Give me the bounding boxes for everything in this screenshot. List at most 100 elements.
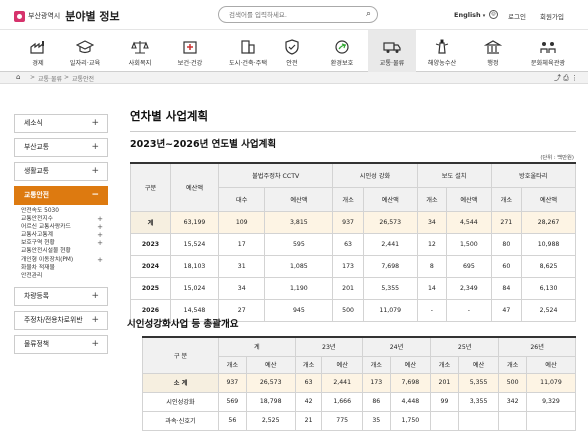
column-group-header: 24년 bbox=[361, 336, 432, 357]
column-header: 구 분 bbox=[142, 336, 219, 374]
submenu-item[interactable]: 안전속도 5030 bbox=[14, 207, 108, 215]
table-cell: 80 bbox=[490, 232, 523, 256]
search-icon[interactable]: ⌕ bbox=[366, 9, 371, 19]
table-row: 2024 18,103 31 1,085 173 7,698 8 695 60 8,625 bbox=[130, 254, 576, 278]
gnb-item-jobs[interactable]: 일자리·교육 bbox=[61, 30, 109, 72]
plus-icon: + bbox=[91, 142, 99, 152]
table-cell: 15,024 bbox=[170, 276, 219, 300]
breadcrumb-separator: > bbox=[64, 74, 70, 81]
unit-label: (단위 : 백만원) bbox=[540, 155, 574, 161]
gnb-label: 교통·물류 bbox=[379, 60, 405, 67]
globe-icon[interactable]: ◎ bbox=[489, 10, 498, 19]
submenu-item[interactable]: 교통안전시설물 현황 bbox=[14, 247, 108, 255]
table-row: 계 63,199 109 3,815 937 26,573 34 4,544 271 28,267 bbox=[130, 210, 576, 234]
submenu-item[interactable]: 개인형 이동장치(PM) + bbox=[14, 256, 108, 264]
table-cell: 1,500 bbox=[446, 232, 492, 256]
plus-icon: + bbox=[91, 314, 99, 325]
table-cell: 1,750 bbox=[389, 410, 432, 431]
sidebar-item-logistics-policy[interactable]: 물류정책 + bbox=[14, 334, 108, 354]
sidebar-item-busan-transport[interactable]: 부산교통 + bbox=[14, 138, 108, 157]
table-cell: 2,349 bbox=[446, 276, 492, 300]
gnb-item-safety[interactable]: 안전 bbox=[268, 30, 316, 72]
column-group-header: 방호울타리 bbox=[490, 162, 577, 188]
table-cell: 7,698 bbox=[362, 254, 418, 278]
submenu-label: 교통안전시설물 현황 bbox=[21, 248, 71, 255]
row-header-cell: 2024 bbox=[130, 254, 171, 278]
search-input[interactable] bbox=[219, 7, 359, 22]
city-name: 부산광역시 bbox=[28, 12, 61, 20]
gnb-item-welfare[interactable]: 사회복지 bbox=[116, 30, 164, 72]
shield-icon bbox=[285, 39, 299, 55]
row-header-cell: 2025 bbox=[130, 276, 171, 300]
home-icon[interactable]: ⌂ bbox=[16, 73, 20, 81]
column-header: 개소 bbox=[490, 186, 523, 212]
table-cell: 18,798 bbox=[245, 391, 296, 412]
submenu-item[interactable]: 화물차 적재물 bbox=[14, 264, 108, 272]
column-header: 구분 bbox=[130, 162, 171, 212]
gnb-label: 일자리·교육 bbox=[69, 60, 101, 67]
language-select[interactable]: English bbox=[454, 11, 485, 19]
table-header-row: 구분 예산액 불법주정차 CCTV 시인성 강화 보도 설치 방호울타리 bbox=[130, 162, 577, 212]
gnb-item-ocean[interactable]: 해양농수산 bbox=[418, 30, 466, 72]
submenu-item[interactable]: 보호구역 현황 + bbox=[14, 239, 108, 247]
submenu-item[interactable]: 교통사고통계 + bbox=[14, 231, 108, 239]
sidebar-item-news[interactable]: 세소식 + bbox=[14, 114, 108, 133]
plus-icon: + bbox=[97, 239, 103, 248]
gnb-item-economy[interactable]: 경제 bbox=[14, 30, 62, 72]
column-header: 개소 bbox=[416, 186, 448, 212]
sidebar-item-traffic-safety[interactable]: 교통안전 − bbox=[14, 186, 108, 205]
gnb-item-admin[interactable]: 행정 bbox=[469, 30, 517, 72]
table-cell: 8 bbox=[416, 254, 448, 278]
title-divider bbox=[130, 131, 576, 132]
breadcrumb-item[interactable]: 교통안전 bbox=[72, 74, 94, 83]
table-cell bbox=[525, 410, 577, 431]
people-icon bbox=[540, 42, 556, 53]
sidebar-item-vehicle-registration[interactable]: 차량등록 + bbox=[14, 286, 108, 306]
gnb-label: 문화체육관광 bbox=[530, 60, 566, 67]
factory-icon bbox=[30, 41, 44, 54]
search-box: ⌕ bbox=[218, 6, 378, 23]
table-cell: 42 bbox=[294, 391, 323, 412]
table-cell: 63 bbox=[294, 372, 323, 393]
gnb-item-health[interactable]: 보건·건강 bbox=[166, 30, 214, 72]
table-cell: 569 bbox=[218, 391, 247, 412]
table-cell: 18,103 bbox=[170, 254, 219, 278]
submenu-label: 화물차 적재물 bbox=[21, 264, 55, 271]
site-title: 분야별 정보 bbox=[65, 10, 120, 23]
share-print-icon[interactable]: ⤴ ⎙ ⋮ bbox=[554, 73, 578, 83]
submenu-item[interactable]: 어르신 교통사랑카드 + bbox=[14, 223, 108, 231]
table-cell: 56 bbox=[218, 410, 247, 431]
graduation-icon bbox=[76, 40, 94, 54]
breadcrumb: ⌂ > 교통·물류 > 교통안전 ⤴ ⎙ ⋮ bbox=[0, 72, 588, 84]
table-cell: 9,329 bbox=[525, 391, 577, 412]
table-cell: 31 bbox=[217, 254, 266, 278]
login-link[interactable]: 로그인 bbox=[508, 11, 526, 21]
submenu-label: 어르신 교통사랑카드 bbox=[21, 224, 71, 231]
sidebar-item-label: 차량등록 bbox=[24, 291, 50, 300]
submenu-item[interactable]: 교통안전지수 + bbox=[14, 215, 108, 223]
site-logo[interactable]: 부산광역시 분야별 정보 bbox=[14, 8, 120, 24]
row-header-cell: 소 계 bbox=[142, 372, 219, 393]
gnb-item-transport[interactable]: 교통·물류 bbox=[368, 30, 416, 72]
sidebar-item-parking-violation[interactable]: 주정차/전용차로위반 + bbox=[14, 310, 108, 330]
table-cell bbox=[430, 410, 459, 431]
plus-icon: + bbox=[97, 215, 103, 224]
section-title: 시인성강화사업 등 총괄개요 bbox=[127, 319, 239, 330]
submenu-item[interactable]: 안전관리 bbox=[14, 272, 108, 280]
column-header: 개소 bbox=[294, 355, 323, 374]
column-header: 예산 bbox=[321, 355, 363, 374]
gnb-item-environment[interactable]: 환경보호 bbox=[318, 30, 366, 72]
page-title: 연차별 사업계획 bbox=[130, 109, 209, 123]
join-link[interactable]: 회원가입 bbox=[540, 11, 564, 21]
table-cell: 4,544 bbox=[446, 210, 492, 234]
table-cell: 595 bbox=[264, 232, 334, 256]
table-cell: 937 bbox=[218, 372, 247, 393]
table-cell: 34 bbox=[416, 210, 448, 234]
table-cell: 3,815 bbox=[264, 210, 334, 234]
gnb-item-culture[interactable]: 문화체육관광 bbox=[519, 30, 577, 72]
table-cell: 5,355 bbox=[457, 372, 500, 393]
column-header: 예산액 bbox=[170, 162, 219, 212]
sidebar-item-life-transport[interactable]: 생활교통 + bbox=[14, 162, 108, 181]
column-header: 예산액 bbox=[264, 186, 334, 212]
breadcrumb-item[interactable]: 교통·물류 bbox=[38, 74, 62, 83]
